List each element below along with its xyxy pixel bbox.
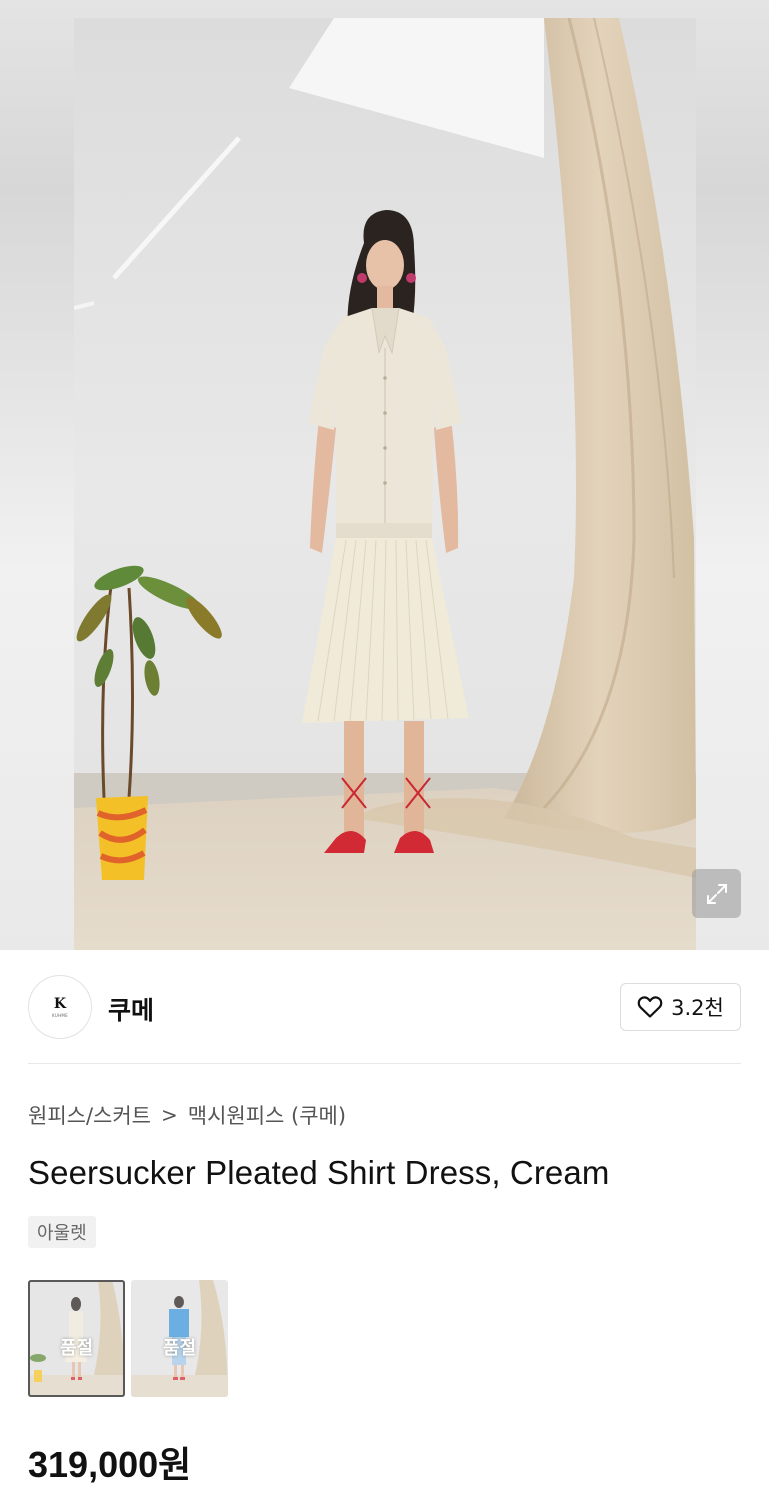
product-hero-image[interactable] <box>0 0 769 950</box>
breadcrumb-category[interactable]: 원피스/스커트 <box>28 1100 151 1130</box>
product-price: 319,000원 <box>28 1444 192 1485</box>
breadcrumb-subcategory[interactable]: 맥시원피스 (쿠메) <box>188 1100 346 1130</box>
expand-icon <box>706 883 727 904</box>
brand-logo-mark: K <box>53 995 67 1012</box>
heart-outline-icon <box>637 996 663 1018</box>
expand-image-button[interactable] <box>692 869 741 918</box>
variant-blue[interactable]: 품절 <box>131 1280 228 1397</box>
product-photo <box>74 18 696 950</box>
variant-soldout-label: 품절 <box>59 1338 94 1359</box>
variant-soldout-label: 품절 <box>162 1338 197 1359</box>
breadcrumb-separator: > <box>161 1103 178 1127</box>
like-count: 3.2천 <box>671 996 724 1020</box>
variant-cream[interactable]: 품절 <box>28 1280 125 1397</box>
breadcrumb: 원피스/스커트 > 맥시원피스 (쿠메) <box>28 1100 346 1130</box>
brand-logo-sub: KUHME <box>52 1012 68 1018</box>
divider <box>28 1063 741 1064</box>
color-variants: 품절 품절 <box>28 1280 228 1397</box>
brand-name[interactable]: 쿠메 <box>108 991 154 1027</box>
product-title: Seersucker Pleated Shirt Dress, Cream <box>28 1154 610 1191</box>
like-button[interactable]: 3.2천 <box>620 983 741 1031</box>
brand-logo[interactable]: K KUHME <box>28 975 92 1039</box>
outlet-tag: 아울렛 <box>28 1216 96 1248</box>
brand-row: K KUHME 쿠메 3.2천 <box>28 973 741 1039</box>
